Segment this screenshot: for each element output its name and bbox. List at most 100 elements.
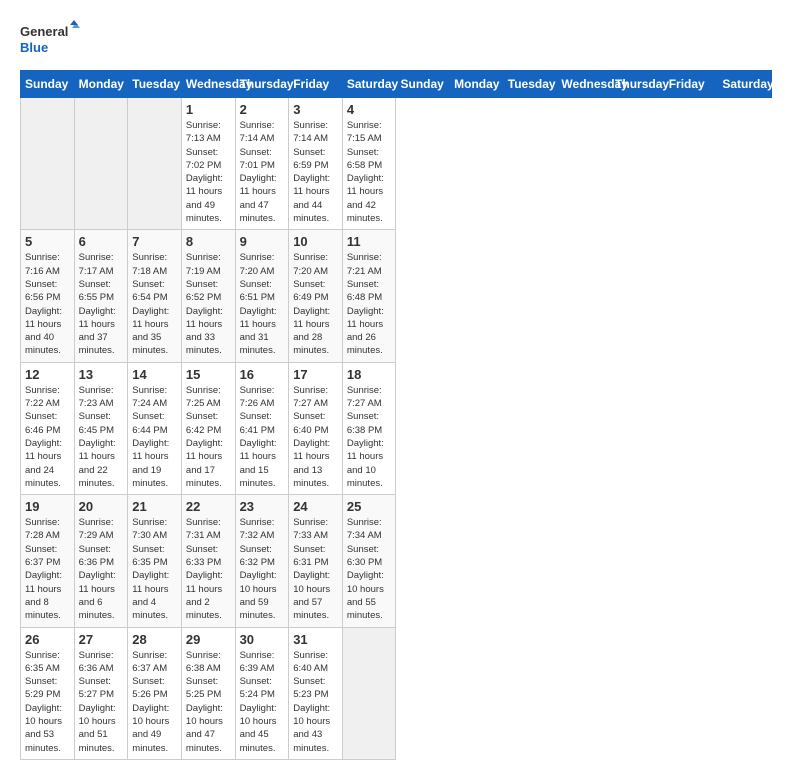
calendar-day-cell: 22Sunrise: 7:31 AM Sunset: 6:33 PM Dayli… (181, 495, 235, 627)
day-of-week-header: Tuesday (503, 71, 557, 98)
day-number: 9 (240, 234, 285, 249)
day-number: 18 (347, 367, 392, 382)
calendar-week-row: 1 Sunrise: 7:13 AM Sunset: 7:02 PM Daylig… (21, 98, 772, 230)
day-info: Sunrise: 7:16 AM Sunset: 6:56 PM Dayligh… (25, 251, 70, 357)
calendar-day-cell: 9 Sunrise: 7:20 AM Sunset: 6:51 PM Daylig… (235, 230, 289, 362)
day-number: 2 (240, 102, 285, 117)
day-info: Sunrise: 7:21 AM Sunset: 6:48 PM Dayligh… (347, 251, 392, 357)
day-number: 6 (79, 234, 124, 249)
day-info: Sunrise: 7:34 AM Sunset: 6:30 PM Dayligh… (347, 516, 392, 622)
day-of-week-header: Thursday (611, 71, 665, 98)
day-number: 25 (347, 499, 392, 514)
calendar-header-row: SundayMondayTuesdayWednesdayThursdayFrid… (21, 71, 772, 98)
day-of-week-header: Tuesday (128, 71, 182, 98)
day-info: Sunrise: 7:28 AM Sunset: 6:37 PM Dayligh… (25, 516, 70, 622)
day-of-week-header: Wednesday (557, 71, 611, 98)
day-of-week-header: Monday (74, 71, 128, 98)
day-number: 29 (186, 632, 231, 647)
calendar-day-cell: 5Sunrise: 7:16 AM Sunset: 6:56 PM Daylig… (21, 230, 75, 362)
calendar-day-cell (342, 627, 396, 759)
day-number: 27 (79, 632, 124, 647)
calendar-week-row: 19 Sunrise: 7:28 AM Sunset: 6:37 PM Dayli… (21, 495, 772, 627)
day-of-week-header: Saturday (718, 71, 772, 98)
day-info: Sunrise: 7:14 AM Sunset: 7:01 PM Dayligh… (240, 119, 285, 225)
calendar-week-row: 12Sunrise: 7:22 AM Sunset: 6:46 PM Dayli… (21, 362, 772, 494)
calendar-day-cell: 6Sunrise: 7:17 AM Sunset: 6:55 PM Daylig… (74, 230, 128, 362)
logo-svg: General Blue (20, 20, 80, 60)
day-number: 15 (186, 367, 231, 382)
day-info: Sunrise: 6:38 AM Sunset: 5:25 PM Dayligh… (186, 649, 231, 755)
day-number: 17 (293, 367, 338, 382)
calendar-week-row: 26 Sunrise: 6:35 AM Sunset: 5:29 PM Dayli… (21, 627, 772, 759)
calendar-day-cell: 30 Sunrise: 6:39 AM Sunset: 5:24 PM Dayli… (235, 627, 289, 759)
day-number: 24 (293, 499, 338, 514)
calendar-day-cell: 26 Sunrise: 6:35 AM Sunset: 5:29 PM Dayli… (21, 627, 75, 759)
day-number: 16 (240, 367, 285, 382)
day-number: 26 (25, 632, 70, 647)
day-number: 11 (347, 234, 392, 249)
day-number: 8 (186, 234, 231, 249)
calendar-day-cell: 20Sunrise: 7:29 AM Sunset: 6:36 PM Dayli… (74, 495, 128, 627)
day-info: Sunrise: 7:24 AM Sunset: 6:44 PM Dayligh… (132, 384, 177, 490)
logo: General Blue (20, 20, 80, 60)
day-number: 28 (132, 632, 177, 647)
calendar-day-cell: 3 Sunrise: 7:14 AM Sunset: 6:59 PM Daylig… (289, 98, 343, 230)
day-of-week-header: Saturday (342, 71, 396, 98)
calendar-day-cell: 4 Sunrise: 7:15 AM Sunset: 6:58 PM Daylig… (342, 98, 396, 230)
calendar-day-cell (128, 98, 182, 230)
calendar-day-cell: 23 Sunrise: 7:32 AM Sunset: 6:32 PM Dayli… (235, 495, 289, 627)
calendar-day-cell: 21 Sunrise: 7:30 AM Sunset: 6:35 PM Dayli… (128, 495, 182, 627)
day-number: 7 (132, 234, 177, 249)
calendar-day-cell: 8Sunrise: 7:19 AM Sunset: 6:52 PM Daylig… (181, 230, 235, 362)
day-info: Sunrise: 6:35 AM Sunset: 5:29 PM Dayligh… (25, 649, 70, 755)
day-number: 4 (347, 102, 392, 117)
calendar-day-cell: 7 Sunrise: 7:18 AM Sunset: 6:54 PM Daylig… (128, 230, 182, 362)
day-info: Sunrise: 6:36 AM Sunset: 5:27 PM Dayligh… (79, 649, 124, 755)
day-number: 10 (293, 234, 338, 249)
svg-text:Blue: Blue (20, 40, 48, 55)
day-info: Sunrise: 7:18 AM Sunset: 6:54 PM Dayligh… (132, 251, 177, 357)
day-info: Sunrise: 7:25 AM Sunset: 6:42 PM Dayligh… (186, 384, 231, 490)
day-number: 3 (293, 102, 338, 117)
calendar-day-cell: 16 Sunrise: 7:26 AM Sunset: 6:41 PM Dayli… (235, 362, 289, 494)
day-of-week-header: Friday (664, 71, 718, 98)
day-of-week-header: Thursday (235, 71, 289, 98)
calendar-day-cell: 15 Sunrise: 7:25 AM Sunset: 6:42 PM Dayli… (181, 362, 235, 494)
day-number: 31 (293, 632, 338, 647)
day-number: 19 (25, 499, 70, 514)
calendar-day-cell: 12Sunrise: 7:22 AM Sunset: 6:46 PM Dayli… (21, 362, 75, 494)
day-info: Sunrise: 6:39 AM Sunset: 5:24 PM Dayligh… (240, 649, 285, 755)
day-info: Sunrise: 7:20 AM Sunset: 6:49 PM Dayligh… (293, 251, 338, 357)
calendar-day-cell: 31Sunrise: 6:40 AM Sunset: 5:23 PM Dayli… (289, 627, 343, 759)
calendar-day-cell: 24 Sunrise: 7:33 AM Sunset: 6:31 PM Dayli… (289, 495, 343, 627)
calendar-week-row: 5Sunrise: 7:16 AM Sunset: 6:56 PM Daylig… (21, 230, 772, 362)
calendar-day-cell: 14 Sunrise: 7:24 AM Sunset: 6:44 PM Dayli… (128, 362, 182, 494)
day-info: Sunrise: 7:14 AM Sunset: 6:59 PM Dayligh… (293, 119, 338, 225)
day-number: 1 (186, 102, 231, 117)
day-info: Sunrise: 7:20 AM Sunset: 6:51 PM Dayligh… (240, 251, 285, 357)
day-info: Sunrise: 7:27 AM Sunset: 6:40 PM Dayligh… (293, 384, 338, 490)
calendar-day-cell: 1 Sunrise: 7:13 AM Sunset: 7:02 PM Daylig… (181, 98, 235, 230)
calendar-day-cell: 11 Sunrise: 7:21 AM Sunset: 6:48 PM Dayli… (342, 230, 396, 362)
day-info: Sunrise: 7:30 AM Sunset: 6:35 PM Dayligh… (132, 516, 177, 622)
day-of-week-header: Sunday (21, 71, 75, 98)
day-info: Sunrise: 7:26 AM Sunset: 6:41 PM Dayligh… (240, 384, 285, 490)
day-info: Sunrise: 7:33 AM Sunset: 6:31 PM Dayligh… (293, 516, 338, 622)
calendar-day-cell: 18Sunrise: 7:27 AM Sunset: 6:38 PM Dayli… (342, 362, 396, 494)
day-number: 23 (240, 499, 285, 514)
day-number: 14 (132, 367, 177, 382)
day-of-week-header: Wednesday (181, 71, 235, 98)
day-info: Sunrise: 7:22 AM Sunset: 6:46 PM Dayligh… (25, 384, 70, 490)
day-info: Sunrise: 7:32 AM Sunset: 6:32 PM Dayligh… (240, 516, 285, 622)
day-info: Sunrise: 7:13 AM Sunset: 7:02 PM Dayligh… (186, 119, 231, 225)
calendar-day-cell (74, 98, 128, 230)
calendar-day-cell: 28Sunrise: 6:37 AM Sunset: 5:26 PM Dayli… (128, 627, 182, 759)
day-number: 13 (79, 367, 124, 382)
calendar-day-cell: 2 Sunrise: 7:14 AM Sunset: 7:01 PM Daylig… (235, 98, 289, 230)
day-info: Sunrise: 7:15 AM Sunset: 6:58 PM Dayligh… (347, 119, 392, 225)
calendar-day-cell: 10 Sunrise: 7:20 AM Sunset: 6:49 PM Dayli… (289, 230, 343, 362)
day-number: 30 (240, 632, 285, 647)
calendar-day-cell: 17 Sunrise: 7:27 AM Sunset: 6:40 PM Dayli… (289, 362, 343, 494)
calendar-day-cell: 13Sunrise: 7:23 AM Sunset: 6:45 PM Dayli… (74, 362, 128, 494)
day-number: 21 (132, 499, 177, 514)
